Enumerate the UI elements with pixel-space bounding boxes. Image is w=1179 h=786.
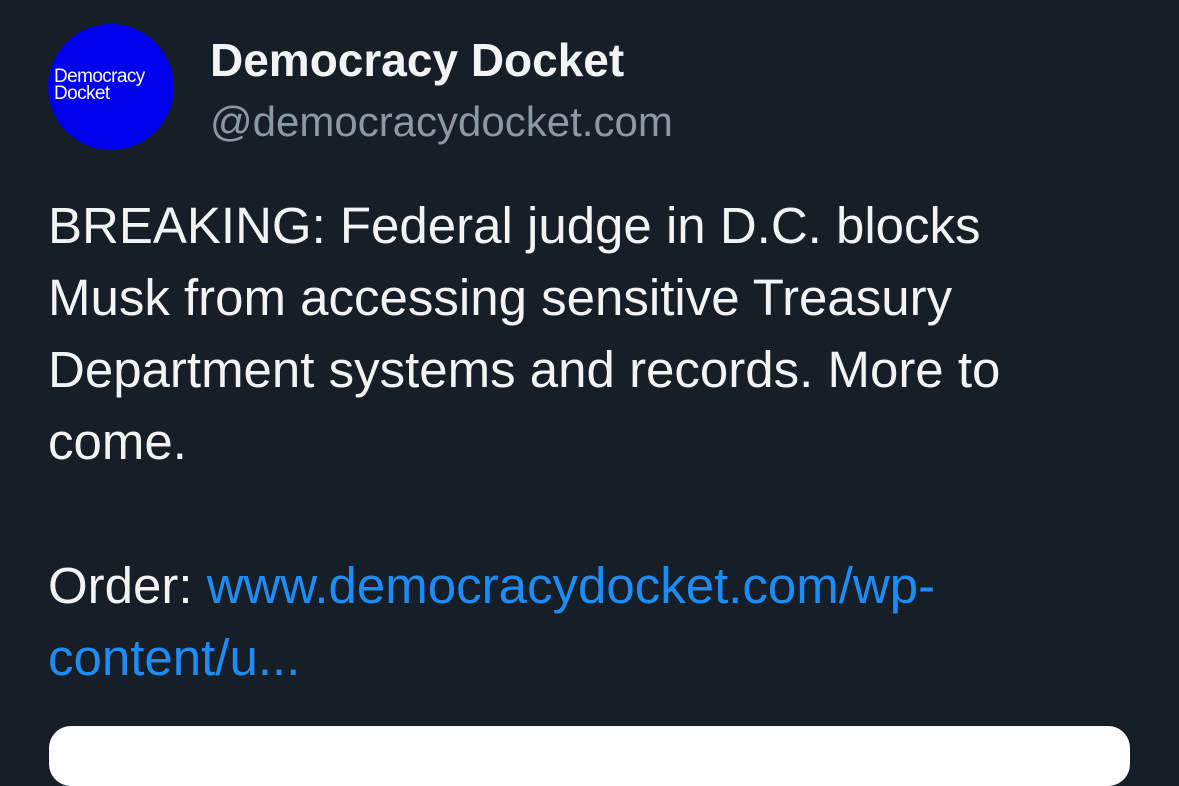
post-text: BREAKING: Federal judge in D.C. blocks M…: [48, 197, 1001, 470]
order-link-line2: content/u...: [48, 629, 301, 686]
order-paragraph: Order: www.democracydocket.com/wp-conten…: [48, 550, 1138, 694]
author-handle[interactable]: @democracydocket.com: [210, 96, 673, 148]
avatar-logo-line2: Docket: [54, 83, 110, 104]
order-label: Order:: [48, 557, 207, 614]
order-link-line1: www.democracydocket.com/wp-: [206, 557, 936, 614]
post[interactable]: Democracy Docket Democracy Docket @democ…: [0, 0, 1179, 786]
avatar-logo-text: Democracy Docket: [54, 67, 145, 104]
author-display-name[interactable]: Democracy Docket: [210, 32, 624, 88]
avatar[interactable]: Democracy Docket: [48, 24, 174, 150]
link-preview-card[interactable]: [49, 726, 1130, 786]
post-body: BREAKING: Federal judge in D.C. blocks M…: [48, 190, 1138, 694]
